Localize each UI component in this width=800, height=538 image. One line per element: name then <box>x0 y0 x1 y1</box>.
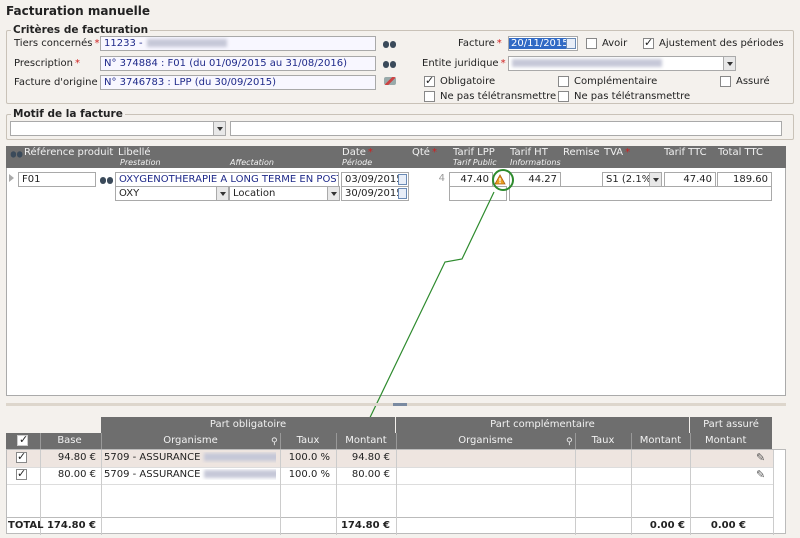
row-checkbox[interactable] <box>16 450 27 463</box>
search-icon[interactable]: ⚲ <box>566 437 573 447</box>
search-icon[interactable]: ⚲ <box>271 437 278 447</box>
col-montant: Montant <box>336 433 395 449</box>
row-base: 80.00 € <box>57 469 96 480</box>
row-montant: 94.80 € <box>351 452 390 463</box>
part-obligatoire-header: Part obligatoire <box>101 417 395 433</box>
col-montant-compl: Montant <box>631 433 689 449</box>
annotation-circle <box>492 169 514 191</box>
col-taux: Taux <box>280 433 335 449</box>
part-assure-header: Part assuré <box>690 417 772 433</box>
total-complementaire: 0.00 € <box>649 520 685 531</box>
annotation-line <box>362 191 495 433</box>
total-montant: 174.80 € <box>340 520 390 531</box>
row-taux: 100.0 % <box>288 469 330 480</box>
col-base: Base <box>40 433 98 449</box>
part-complementaire-header: Part complémentaire <box>396 417 689 433</box>
row-organisme: 5709 - ASSURANCE <box>104 469 276 480</box>
row-base: 94.80 € <box>57 452 96 463</box>
row-organisme: 5709 - ASSURANCE <box>104 452 276 463</box>
total-label: TOTAL <box>8 520 44 531</box>
splitter-handle[interactable] <box>393 403 407 406</box>
col-organisme-compl: Organisme <box>396 433 574 449</box>
select-all-checkbox[interactable]: ✓ <box>17 433 28 446</box>
row-montant: 80.00 € <box>351 469 390 480</box>
total-base: 174.80 € <box>46 520 96 531</box>
col-montant-assure: Montant <box>690 433 772 449</box>
edit-icon[interactable]: ✎ <box>756 468 765 481</box>
row-checkbox[interactable] <box>16 467 27 480</box>
row-taux: 100.0 % <box>288 452 330 463</box>
col-organisme: Organisme <box>101 433 279 449</box>
col-taux-compl: Taux <box>575 433 630 449</box>
total-assure: 0.00 € <box>710 520 746 531</box>
edit-icon[interactable]: ✎ <box>756 451 765 464</box>
